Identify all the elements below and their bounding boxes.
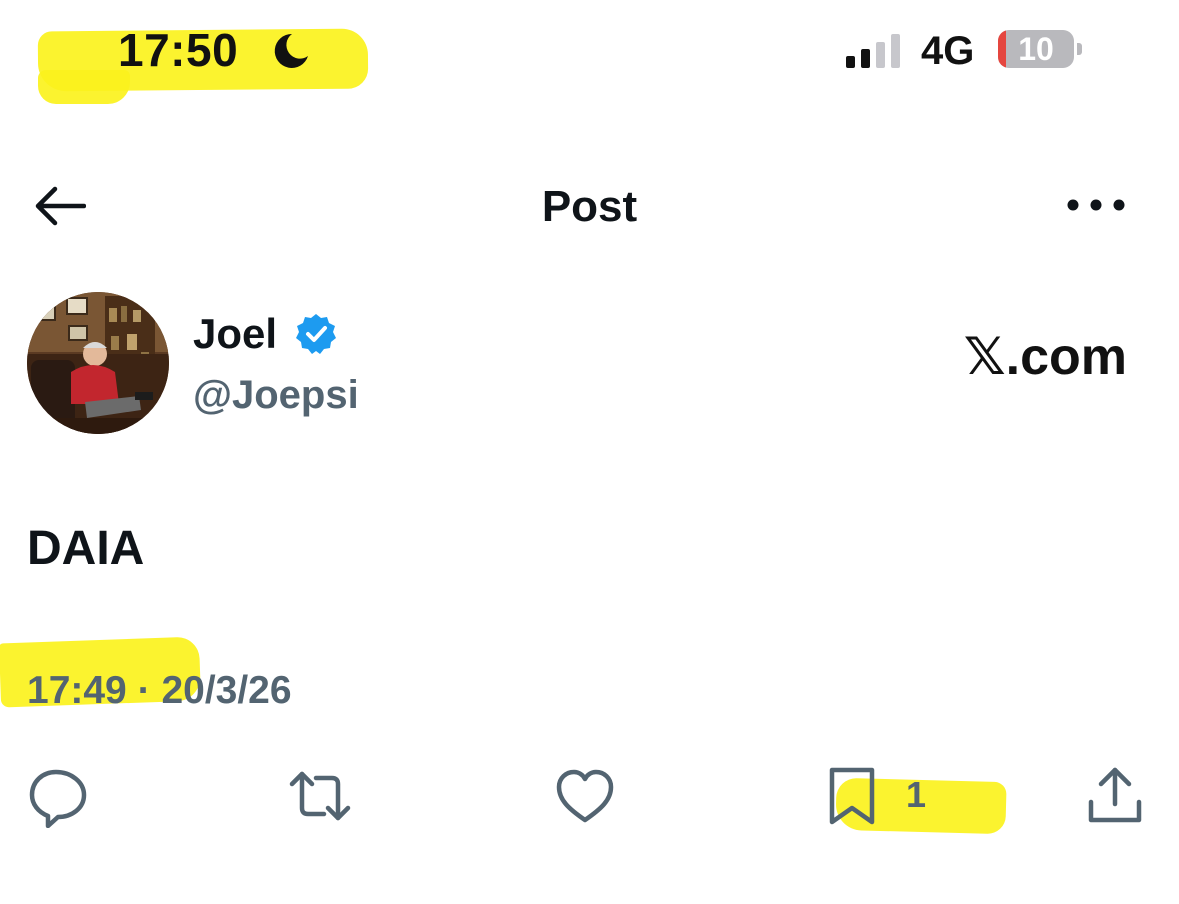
share-icon[interactable] [1083, 764, 1147, 828]
repost-icon[interactable] [288, 764, 352, 828]
bookmark-count: 1 [906, 774, 927, 815]
more-icon[interactable] [1066, 198, 1126, 212]
bookmark-icon[interactable] [820, 764, 884, 828]
verified-badge-icon [296, 314, 336, 354]
post-timestamp[interactable]: 17:49 · 20/3/26 [27, 668, 292, 714]
network-label: 4G [921, 29, 975, 73]
reply-icon[interactable] [26, 764, 90, 828]
highlight-mark-time-tail [38, 70, 130, 104]
battery-level: 10 [1018, 31, 1054, 67]
status-time: 17:50 [118, 24, 239, 76]
meta-separator: · [137, 669, 151, 712]
brand-watermark: 𝕏.com [963, 328, 1127, 386]
post-date: 20/3/26 [161, 669, 292, 712]
moon-icon [274, 33, 308, 68]
battery-icon: 10 [998, 30, 1074, 68]
avatar-photo [27, 292, 169, 434]
post-text: DAIA [27, 522, 145, 575]
battery-cap [1077, 43, 1082, 55]
like-icon[interactable] [553, 764, 617, 828]
page-title: Post [541, 182, 638, 231]
post-time: 17:49 [27, 669, 127, 712]
author-handle[interactable]: @Joepsi [193, 372, 359, 418]
avatar[interactable] [27, 292, 169, 434]
signal-icon [846, 34, 900, 68]
author-name[interactable]: Joel [193, 310, 277, 358]
